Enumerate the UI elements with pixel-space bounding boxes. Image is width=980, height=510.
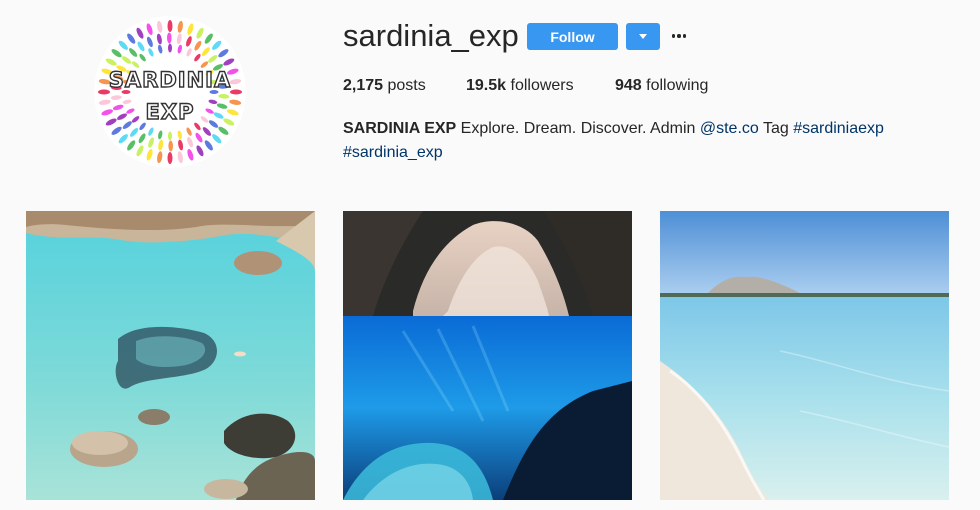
avatar-text-exp: EXP bbox=[145, 99, 195, 124]
avatar-splash-graphic bbox=[94, 16, 246, 168]
bio-text: Explore. Dream. Discover. Admin bbox=[460, 120, 696, 137]
profile-username: sardinia_exp bbox=[343, 18, 519, 53]
ellipsis-icon bbox=[671, 34, 687, 38]
posts-count: 2,175 posts bbox=[343, 77, 426, 94]
follow-button[interactable]: Follow bbox=[527, 23, 618, 50]
avatar-text-sardinia: SARDINIA bbox=[108, 67, 232, 92]
post-image-sea-cave bbox=[343, 211, 632, 500]
bio-mention-link[interactable]: @ste.co bbox=[700, 120, 759, 137]
bio-name: SARDINIA EXP bbox=[343, 120, 457, 137]
post-image-clear-beach bbox=[660, 211, 949, 500]
post-thumbnail[interactable] bbox=[26, 211, 315, 500]
caret-down-icon bbox=[639, 34, 647, 39]
profile-avatar[interactable]: SARDINIA EXP bbox=[94, 16, 246, 168]
followers-link[interactable]: 19.5k followers bbox=[466, 77, 574, 95]
bio-tag-label: Tag bbox=[762, 120, 789, 137]
post-image-turquoise-cove bbox=[26, 211, 315, 500]
bio-hashtag-link[interactable]: #sardinia_exp bbox=[343, 144, 443, 161]
more-options-button[interactable] bbox=[669, 26, 689, 46]
following-link[interactable]: 948 following bbox=[615, 77, 708, 95]
post-thumbnail[interactable] bbox=[660, 211, 949, 500]
post-thumbnail[interactable] bbox=[343, 211, 632, 500]
profile-bio: SARDINIA EXP Explore. Dream. Discover. A… bbox=[343, 117, 903, 165]
suggestions-dropdown-button[interactable] bbox=[626, 23, 660, 50]
bio-hashtag-link[interactable]: #sardiniaexp bbox=[793, 120, 884, 137]
